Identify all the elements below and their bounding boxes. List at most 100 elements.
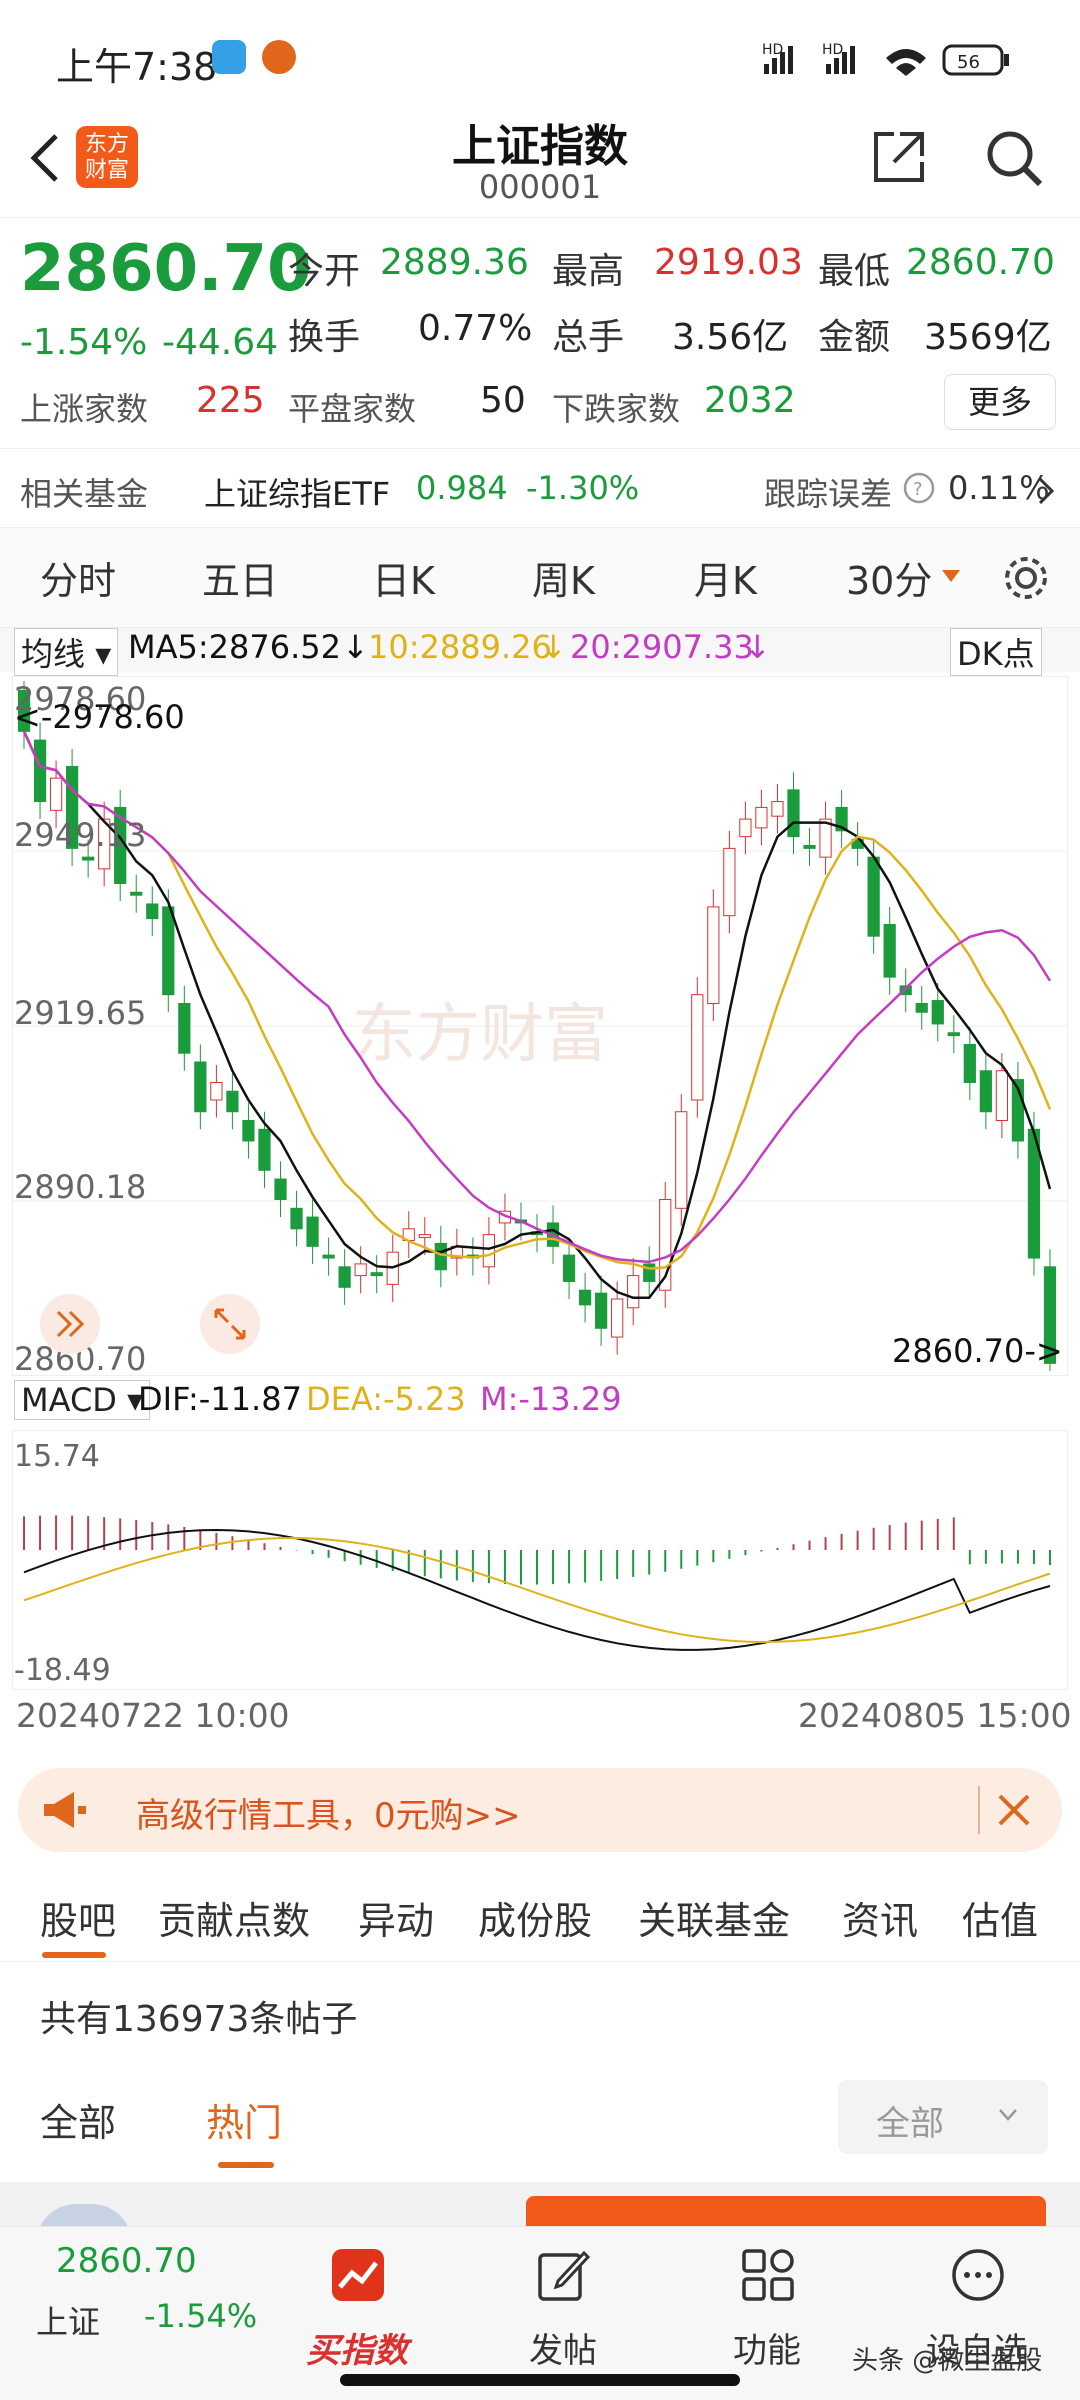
help-icon[interactable]: ? [902, 471, 936, 505]
promo-banner[interactable]: 高级行情工具，0元购>> [18, 1768, 1062, 1852]
candle-body [627, 1275, 640, 1309]
nav-functions-label: 功能 [733, 2331, 801, 2371]
candle-body [723, 847, 736, 917]
chart-period-tabs: 分时 五日 日K 周K 月K 30分 [0, 528, 1080, 628]
tab-constituents[interactable]: 成份股 [478, 1890, 592, 1945]
svg-text:?: ? [913, 479, 923, 500]
megaphone-icon [44, 1792, 86, 1828]
tab-contribution[interactable]: 贡献点数 [158, 1890, 310, 1945]
candle-body [418, 1234, 431, 1239]
nav-post-label: 发帖 [529, 2331, 597, 2371]
nav-buy-label: 买指数 [306, 2331, 408, 2371]
candle-body [755, 806, 768, 829]
candle-body [130, 891, 143, 896]
ma-indicator-row: 均线 ▾ MA5:2876.52 ↓ 10:2889.26 ↓ 20:2907.… [0, 628, 1080, 676]
tab-daily-k[interactable]: 日K [372, 550, 435, 605]
ma10-value: 10:2889.26 [368, 628, 552, 666]
post-type-select[interactable]: 全部 [838, 2080, 1048, 2154]
candle-body [162, 906, 175, 996]
macd-chart[interactable]: 15.74 -18.49 [12, 1430, 1068, 1690]
tab-intraday[interactable]: 分时 [40, 550, 116, 605]
more-button[interactable]: 更多 [944, 374, 1056, 430]
tab-news[interactable]: 资讯 [842, 1890, 918, 1945]
share-icon[interactable] [870, 128, 928, 186]
candle-body [434, 1242, 447, 1271]
fullscreen-icon[interactable] [200, 1294, 260, 1354]
grid-icon [742, 2249, 794, 2301]
index-mini-quote[interactable]: 2860.70 上证 -1.54% [0, 2227, 270, 2367]
candle-body [178, 1002, 191, 1054]
tab-five-day[interactable]: 五日 [202, 550, 278, 605]
candle-body [354, 1263, 367, 1277]
candle-body [578, 1289, 592, 1306]
tab-30min[interactable]: 30分 [846, 550, 932, 605]
candle-body [210, 1081, 223, 1101]
candle-body [931, 1000, 944, 1025]
settings-gear-icon[interactable] [1000, 552, 1052, 604]
expand-sidebar-icon[interactable] [40, 1294, 100, 1354]
ma-select[interactable]: 均线 ▾ [14, 628, 119, 676]
candle-body [883, 923, 896, 978]
related-fund-row[interactable]: 相关基金 上证综指ETF 0.984 -1.30% 跟踪误差 ? 0.11% [0, 448, 1080, 528]
filter-all[interactable]: 全部 [40, 2092, 116, 2147]
macd-top-tick: 15.74 [14, 1439, 100, 1474]
candle-body [290, 1207, 303, 1230]
mini-pct: -1.54% [144, 2297, 258, 2335]
end-date: 20240805 15:00 [798, 1696, 1072, 1735]
candle-body [947, 1032, 960, 1037]
fund-price: 0.984 [416, 469, 508, 507]
buy-index-icon [332, 2249, 384, 2301]
change-percent: -1.54% [20, 322, 148, 363]
filter-hot[interactable]: 热门 [206, 2092, 282, 2147]
down-count-label: 下跌家数 [552, 390, 681, 428]
open-label: 今开 [288, 251, 361, 292]
candle-body [675, 1111, 688, 1209]
turnover-label: 换手 [288, 317, 361, 358]
tracking-error-value: 0.11% [948, 469, 1050, 507]
low-label: 最低 [818, 251, 891, 292]
volume-label: 总手 [552, 317, 625, 358]
tab-weekly-k[interactable]: 周K [532, 550, 595, 605]
mini-name: 上证 [36, 2303, 101, 2341]
macd-select[interactable]: MACD ▾ [14, 1380, 151, 1420]
y-tick-4: 2890.18 [14, 1168, 146, 1206]
tab-movement[interactable]: 异动 [358, 1890, 434, 1945]
tab-related-funds[interactable]: 关联基金 [638, 1890, 790, 1945]
candle-body [33, 739, 47, 803]
flat-count-label: 平盘家数 [288, 390, 417, 428]
ma20-value: 20:2907.33 [570, 628, 754, 666]
search-icon[interactable] [982, 126, 1046, 190]
nav-post[interactable]: 发帖 [478, 2227, 648, 2371]
dropdown-caret-icon [942, 570, 960, 582]
edit-icon [538, 2250, 591, 2301]
candlestick-chart[interactable]: 东方财富 2978.60 2949.13 2919.65 2890.18 286… [12, 676, 1068, 1376]
dk-point-select[interactable]: DK点 [950, 628, 1042, 676]
volume-value: 3.56亿 [672, 317, 789, 358]
tab-monthly-k[interactable]: 月K [694, 550, 757, 605]
macd-bottom-tick: -18.49 [14, 1653, 111, 1688]
close-icon[interactable] [992, 1788, 1036, 1832]
amount-value: 3569亿 [924, 317, 1052, 358]
amount-label: 金额 [818, 317, 891, 358]
chevron-right-icon [1038, 477, 1055, 505]
open-value: 2889.36 [380, 242, 529, 283]
mini-price: 2860.70 [56, 2241, 197, 2281]
active-tab-indicator [42, 1952, 106, 1958]
nav-functions[interactable]: 功能 [682, 2227, 852, 2371]
post-type-select-value: 全部 [876, 2104, 944, 2144]
more-dots-icon [952, 2249, 1004, 2301]
macd-m: M:-13.29 [480, 1380, 622, 1418]
nav-buy-index[interactable]: 买指数 [272, 2227, 442, 2371]
turnover-value: 0.77% [418, 308, 533, 349]
candle-body [739, 818, 752, 838]
home-indicator[interactable] [340, 2374, 740, 2386]
tab-valuation[interactable]: 估值 [962, 1890, 1038, 1945]
chevron-down-icon [999, 2109, 1017, 2121]
fund-label: 相关基金 [20, 475, 149, 513]
candle-body [482, 1234, 496, 1268]
status-time: 上午7:38 [56, 45, 218, 89]
candle-body [226, 1090, 239, 1113]
candle-body [194, 1061, 207, 1113]
y-tick-3: 2919.65 [14, 994, 146, 1032]
tab-guba[interactable]: 股吧 [40, 1890, 116, 1945]
